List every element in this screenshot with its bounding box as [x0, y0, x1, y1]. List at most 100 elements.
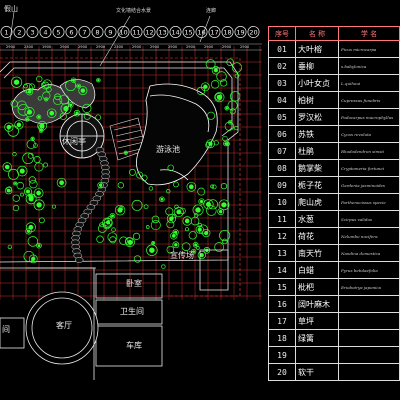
plant-symbol: [80, 88, 86, 93]
plant-symbol: [166, 220, 175, 229]
label-culture-wall: 文化墙结合水景: [116, 8, 152, 14]
legend-header-sci: 学 名: [338, 26, 400, 41]
legend-number: 15: [268, 278, 296, 296]
plant-symbol: [151, 215, 160, 224]
label-corridor: 连廊: [206, 8, 217, 14]
plant-symbol: [117, 182, 124, 189]
plant-symbol: [199, 253, 204, 258]
legend-plant-name: 草坪: [295, 312, 339, 330]
axis-number: 13: [158, 29, 166, 37]
axis-number: 9: [108, 29, 112, 37]
dimension-row: 2900 2300 1900 2900 2900 2900 2300 2900 2900 2900…: [0, 43, 262, 51]
plant-symbol: [149, 247, 155, 253]
legend-number: 14: [268, 261, 296, 279]
plant-symbol: [27, 109, 33, 115]
legend-number: 12: [268, 227, 296, 245]
plant-symbol: [195, 207, 201, 213]
plant-symbol: [221, 202, 227, 208]
plant-symbol: [225, 107, 228, 110]
plant-symbol: [218, 209, 223, 214]
plant-symbol: [133, 255, 142, 263]
plant-symbol: [150, 220, 161, 231]
axis-number: 5: [56, 29, 60, 37]
legend-header-row: 序号 名 称 学 名: [268, 26, 400, 41]
legend-plant-name: 南天竹: [295, 244, 339, 262]
plant-symbol: [166, 189, 171, 194]
plant-symbol: [31, 137, 34, 140]
legend-scientific-name: s.babylonica: [338, 57, 400, 75]
plant-symbol: [188, 231, 197, 240]
legend-number: 01: [268, 40, 296, 58]
legend-scientific-name: Pyrus betulaefolia: [338, 261, 400, 279]
plant-symbol: [107, 232, 118, 243]
legend-number: 07: [268, 142, 296, 160]
legend-scientific-name: [338, 329, 400, 347]
legend-plant-name: 大叶榕: [295, 40, 339, 58]
label-pool: 游泳池: [156, 145, 180, 154]
axis-number: 10: [119, 29, 127, 37]
plant-symbol: [25, 189, 30, 194]
legend-plant-name: 杜鹃: [295, 142, 339, 160]
plant-symbol: [208, 141, 213, 146]
plant-symbol: [174, 243, 178, 247]
dimension-value: 2300: [24, 45, 34, 49]
axis-number: 14: [171, 29, 179, 37]
plant-legend: 序号 名 称 学 名 01 大叶榕 Ficus microcarpa 02 垂柳 s.ba…: [268, 26, 400, 400]
legend-plant-name: 鹅掌柴: [295, 159, 339, 177]
plant-symbol: [75, 111, 79, 115]
plant-symbol: [72, 78, 75, 82]
legend-plant-name: 小叶女贞: [295, 74, 339, 92]
legend-plant-name: 爬山虎: [295, 193, 339, 211]
legend-row: 12 荷花 Nelumbo nucifera: [268, 227, 400, 245]
plant-symbol: [37, 244, 41, 248]
plant-symbol: [176, 209, 182, 215]
plant-symbol: [160, 197, 164, 201]
axis-number: 8: [95, 29, 99, 37]
plant-legend-table: 序号 名 称 学 名 01 大叶榕 Ficus microcarpa 02 垂柳 s.ba…: [268, 26, 400, 381]
plant-symbol: [148, 186, 154, 191]
plant-symbol: [97, 78, 100, 82]
legend-scientific-name: Podocarpus macrophyllus: [338, 108, 400, 126]
plant-symbol: [33, 156, 41, 163]
legend-plant-name: 白蜡: [295, 261, 339, 279]
plant-symbol: [171, 234, 176, 238]
plant-symbol: [29, 179, 38, 189]
plant-symbol: [27, 236, 39, 247]
legend-scientific-name: [338, 295, 400, 313]
plant-symbol: [194, 243, 198, 247]
plant-symbol: [222, 135, 228, 142]
legend-scientific-name: Cycas revoluta: [338, 125, 400, 143]
legend-number: 06: [268, 125, 296, 143]
plant-symbol: [98, 183, 103, 187]
legend-row: 15 枇杷 Eriobotrya japonica: [268, 278, 400, 296]
plant-symbol: [63, 105, 69, 112]
legend-row: 13 南天竹 Nandina domestica: [268, 244, 400, 262]
plant-symbol: [117, 207, 123, 213]
legend-row: 05 罗汉松 Podocarpus macrophyllus: [268, 108, 400, 126]
plant-symbol: [20, 192, 24, 197]
dimension-value: 2900: [96, 45, 106, 49]
dimension-value: 2900: [168, 45, 178, 49]
plant-symbol: [77, 84, 80, 88]
plant-symbol: [145, 225, 150, 229]
plant-symbol: [210, 80, 220, 89]
legend-number: 08: [268, 159, 296, 177]
dimension-value: 2900: [78, 45, 88, 49]
legend-number: 10: [268, 193, 296, 211]
plant-symbol: [12, 194, 20, 202]
legend-plant-name: 苏铁: [295, 125, 339, 143]
axis-number-row: 1 2 3 4 5 6 7 8 9 10 11 12 13 14 15 16 17 18 19 20: [0, 26, 260, 38]
plant-symbol: [197, 187, 206, 196]
dimension-value: 2900: [204, 45, 214, 49]
plant-symbol: [4, 164, 10, 170]
residence-outline: [0, 249, 229, 380]
label-room1: 卧室: [126, 279, 142, 288]
legend-header-no: 序号: [268, 26, 296, 41]
label-plaza: 宣传场: [170, 251, 194, 260]
legend-number: 18: [268, 329, 296, 347]
legend-row: 11 水葱 Scirpus validus: [268, 210, 400, 228]
plant-symbol: [184, 218, 190, 224]
plant-symbol: [16, 181, 25, 190]
legend-scientific-name: Gardenia jasminoides: [338, 176, 400, 194]
plant-symbol: [213, 68, 218, 73]
